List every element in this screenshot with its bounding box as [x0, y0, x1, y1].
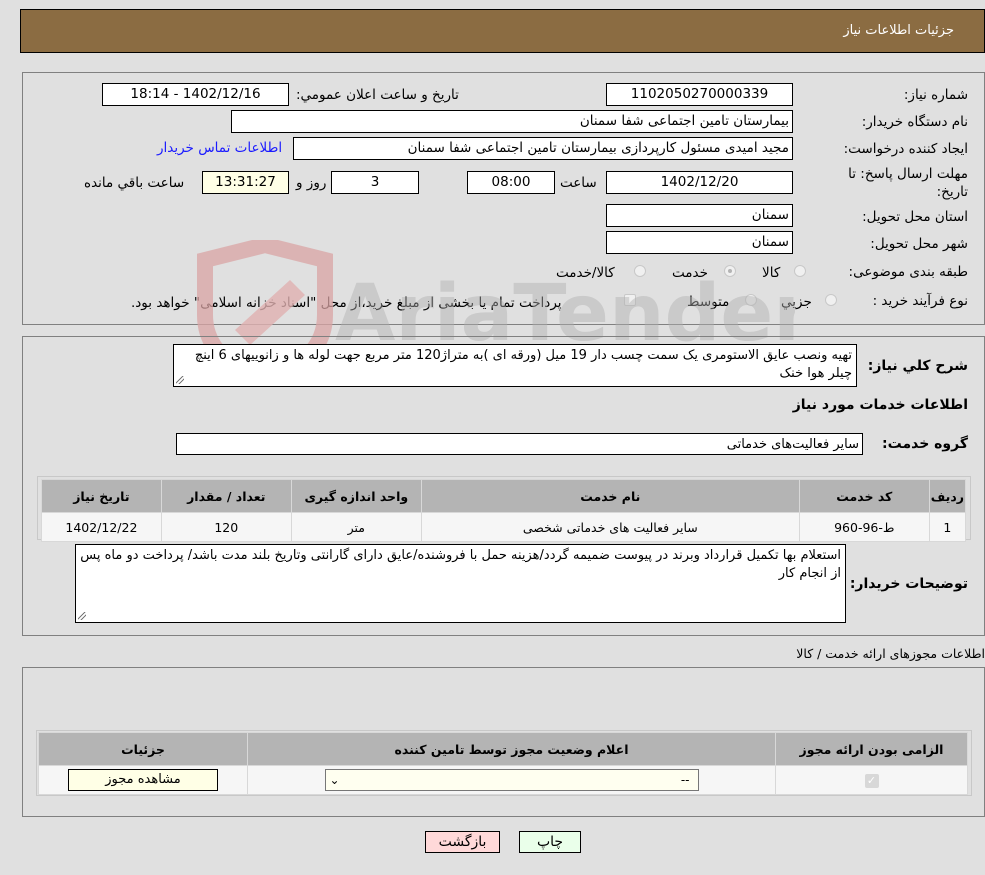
table-row: ✓ -- ⌄ مشاهده مجوز [38, 765, 968, 795]
services-table: ردیف کد خدمت نام خدمت واحد اندازه گیری ت… [41, 479, 967, 542]
category-radio-goods-service[interactable] [634, 265, 646, 277]
service-group-field: سایر فعالیت‌های خدماتی [176, 433, 863, 455]
creator-label: ایجاد کننده درخواست: [843, 141, 968, 157]
buyer-notes-label: توضیحات خریدار: [849, 576, 968, 592]
category-option-goods-service: کالا/خدمت [556, 265, 615, 281]
permit-status-value: -- [680, 773, 690, 787]
cell-permit-status: -- ⌄ [247, 765, 776, 795]
chevron-down-icon: ⌄ [329, 773, 340, 787]
cell-quantity: 120 [160, 512, 292, 542]
resize-grip-icon[interactable] [176, 376, 184, 384]
city-label: شهر محل تحویل: [870, 236, 968, 252]
buyer-notes-textarea[interactable]: استعلام بها تکمیل قرارداد وبرند در پیوست… [75, 544, 846, 623]
permits-table: الزامی بودن ارائه مجوز اعلام وضعیت مجوز … [38, 732, 968, 795]
deadline-time-label: ساعت [560, 175, 597, 191]
cell-service-code: ط-96-960 [798, 512, 930, 542]
province-field: سمنان [606, 204, 793, 227]
process-label: نوع فرآیند خرید : [872, 293, 968, 309]
col-unit: واحد اندازه گیری [290, 479, 422, 513]
col-permit-status: اعلام وضعیت مجوز توسط تامین کننده [247, 732, 776, 766]
process-option-minor: جزيي [781, 294, 812, 310]
required-checkbox-checked-icon[interactable]: ✓ [864, 774, 879, 788]
cell-row: 1 [928, 512, 967, 542]
deadline-label: مهلت ارسال پاسخ: تا [848, 166, 968, 182]
col-need-date: تاریخ نیاز [41, 479, 162, 513]
remaining-label: ساعت باقي مانده [84, 175, 185, 191]
permit-status-select[interactable]: -- ⌄ [324, 769, 699, 791]
permits-table-header: الزامی بودن ارائه مجوز اعلام وضعیت مجوز … [38, 732, 968, 766]
process-option-medium: متوسط [687, 294, 730, 310]
days-label: روز و [296, 175, 327, 191]
col-quantity: تعداد / مقدار [160, 479, 292, 513]
creator-field: مجید امیدی مسئول کارپردازی بیمارستان تام… [293, 137, 793, 160]
remaining-days-field: 3 [331, 171, 419, 194]
services-table-header: ردیف کد خدمت نام خدمت واحد اندازه گیری ت… [41, 479, 967, 513]
need-number-label: شماره نیاز: [903, 87, 968, 103]
need-number-field: 1102050270000339 [606, 83, 793, 106]
col-row: ردیف [928, 479, 967, 513]
category-radio-service[interactable] [724, 265, 736, 277]
cell-service-name: سایر فعالیت های خدماتی شخصی [420, 512, 800, 542]
resize-grip-icon[interactable] [78, 612, 86, 620]
cell-permit-details: مشاهده مجوز [38, 765, 248, 795]
description-label: شرح کلي نياز: [867, 358, 968, 374]
cell-need-date: 1402/12/22 [41, 512, 162, 542]
category-label: طبقه بندی موضوعی: [848, 264, 968, 280]
service-group-label: گروه خدمت: [882, 436, 968, 452]
category-option-goods: کالا [762, 265, 781, 281]
buyer-org-label: نام دستگاه خریدار: [861, 114, 968, 130]
treasury-note: پرداخت تمام یا بخشی از مبلغ خرید،از محل … [131, 295, 562, 311]
description-text: تهیه ونصب عایق الاستومری یک سمت چسب دار … [194, 348, 852, 381]
deadline-time-field: 08:00 [467, 171, 555, 194]
process-radio-minor[interactable] [825, 294, 837, 306]
col-permit-required: الزامی بودن ارائه مجوز [775, 732, 968, 766]
cell-unit: متر [290, 512, 422, 542]
view-permit-button[interactable]: مشاهده مجوز [68, 769, 218, 791]
services-section-title: اطلاعات خدمات مورد نیاز [792, 397, 968, 413]
col-service-name: نام خدمت [420, 479, 800, 513]
announce-datetime-field: 1402/12/16 - 18:14 [102, 83, 289, 106]
buyer-contact-link[interactable]: اطلاعات تماس خریدار [157, 140, 282, 156]
deadline-date-field: 1402/12/20 [606, 171, 793, 194]
treasury-checkbox[interactable] [624, 294, 636, 306]
col-service-code: کد خدمت [798, 479, 930, 513]
description-textarea[interactable]: تهیه ونصب عایق الاستومری یک سمت چسب دار … [173, 344, 857, 387]
category-radio-goods[interactable] [794, 265, 806, 277]
province-label: استان محل تحویل: [862, 209, 968, 225]
cell-permit-required: ✓ [775, 765, 968, 795]
process-radio-medium[interactable] [745, 294, 757, 306]
back-button[interactable]: بازگشت [425, 831, 500, 853]
buyer-org-field: بیمارستان تامین اجتماعی شفا سمنان [231, 110, 793, 133]
city-field: سمنان [606, 231, 793, 254]
buyer-notes-text: استعلام بها تکمیل قرارداد وبرند در پیوست… [80, 548, 841, 581]
announce-label: تاریخ و ساعت اعلان عمومي: [296, 87, 459, 103]
print-button[interactable]: چاپ [519, 831, 581, 853]
category-option-service: خدمت [672, 265, 708, 281]
page-header: جزئیات اطلاعات نیاز [20, 9, 985, 53]
deadline-label-2: تاریخ: [936, 184, 968, 200]
table-row: 1 ط-96-960 سایر فعالیت های خدماتی شخصی م… [41, 512, 967, 542]
permits-section-title: اطلاعات مجوزهای ارائه خدمت / کالا [796, 646, 985, 661]
col-permit-details: جزئیات [38, 732, 248, 766]
remaining-time-field: 13:31:27 [202, 171, 289, 194]
page-title: جزئیات اطلاعات نیاز [843, 23, 954, 38]
